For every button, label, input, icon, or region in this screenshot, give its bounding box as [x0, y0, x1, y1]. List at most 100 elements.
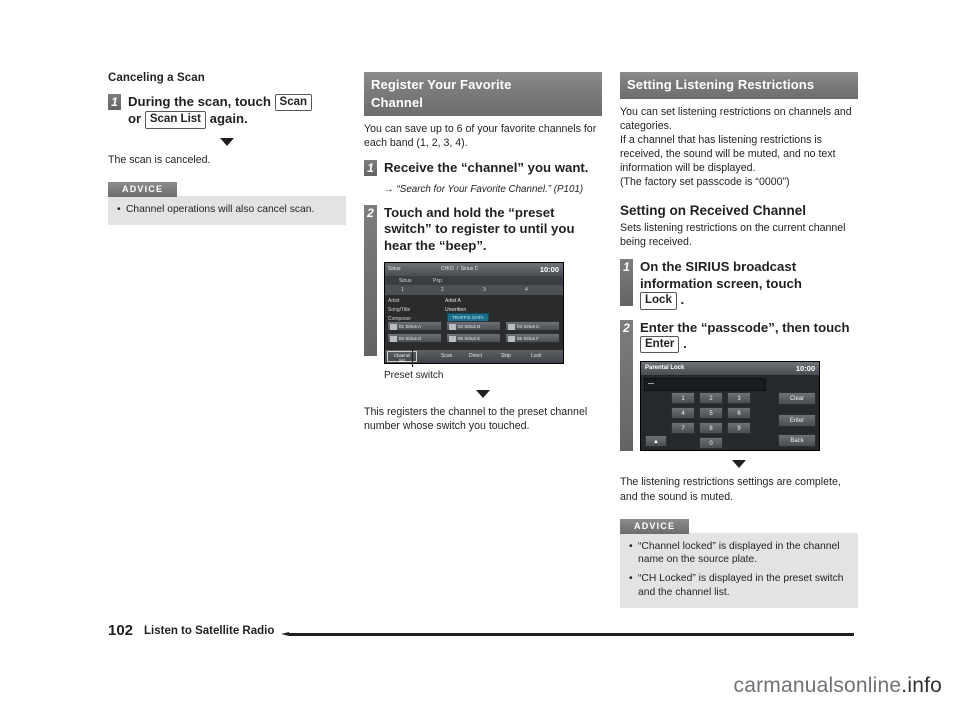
passcode-input[interactable]: [644, 378, 766, 392]
key-9[interactable]: 9: [727, 422, 751, 435]
flow-arrow-icon: [732, 460, 746, 469]
step-restriction-2: 2 Enter the “passcode”, then touch Enter…: [620, 319, 858, 452]
category-name: Pop: [433, 278, 442, 285]
key-4[interactable]: 4: [671, 407, 695, 420]
intro-text-restrictions-1: You can set listening restrictions on ch…: [620, 105, 852, 132]
intro-text-register: You can save up to 6 of your favorite ch…: [364, 123, 597, 150]
band-tab-2[interactable]: 2: [441, 287, 444, 293]
key-0[interactable]: 0: [699, 437, 723, 450]
source-label: Sirius: [388, 266, 401, 273]
subsection-heading-setting-on-received-channel: Setting on Received Channel: [620, 203, 807, 219]
screen-title: Parental Lock: [645, 365, 685, 372]
figure-sirius-preset-screen: Sirius CH03 / Sirius C 10:00 Sirius Pop: [384, 262, 602, 381]
key-7[interactable]: 7: [671, 422, 695, 435]
info-label-artist: Artist: [388, 298, 400, 305]
callout-label-preset-switch: Preset switch: [384, 370, 444, 382]
step-text-part-a: Enter the “passcode”, then touch: [640, 319, 850, 335]
direct-button[interactable]: Direct: [469, 353, 482, 359]
clock: 10:00: [539, 265, 559, 275]
skip-button[interactable]: Skip: [501, 353, 511, 359]
band-tab-4[interactable]: 4: [525, 287, 528, 293]
lock-button-key[interactable]: Lock: [640, 292, 677, 310]
intro-text-restrictions-2: If a channel that has listening restrict…: [620, 133, 836, 174]
step-number: 2: [364, 204, 377, 356]
scan-button[interactable]: Scan: [441, 353, 452, 359]
column-3: Setting Listening Restrictions You can s…: [620, 72, 858, 608]
step-text-part-b: .: [680, 292, 685, 308]
info-value-artist: Artist A: [445, 298, 461, 305]
back-button[interactable]: Back: [778, 434, 816, 448]
channel-label: CH03 / Sirius C: [441, 266, 479, 273]
step-number: 1: [364, 160, 377, 177]
info-label-song: Song/Title: [388, 307, 411, 314]
column-1: Canceling a Scan 1 During the scan, touc…: [108, 72, 346, 225]
callout-leader-line: [412, 345, 413, 368]
step-text: On the SIRIUS broadcast information scre…: [640, 259, 858, 310]
footer-rule: [281, 632, 854, 636]
advice-item: “Channel locked” is displayed in the cha…: [629, 540, 849, 568]
key-5[interactable]: 5: [699, 407, 723, 420]
clear-button[interactable]: Clear: [778, 392, 816, 406]
key-2[interactable]: 2: [699, 392, 723, 405]
key-8[interactable]: 8: [699, 422, 723, 435]
page-title: Listen to Satellite Radio: [144, 625, 275, 637]
preset-switch-5[interactable]: 05 Sirius E: [446, 333, 501, 344]
advice-label: ADVICE: [108, 181, 178, 197]
step-text: Enter the “passcode”, then touch Enter .: [640, 320, 858, 354]
preset-switch-6[interactable]: 06 Sirius F: [505, 333, 560, 344]
flow-arrow-icon: [476, 390, 490, 399]
arrow-up-icon[interactable]: ▲: [645, 435, 667, 448]
result-text-scan-canceled: The scan is canceled.: [108, 153, 211, 166]
flow-arrow-icon: [220, 137, 234, 146]
step-register-1: 1 Receive the “channel” you want. → “Sea…: [364, 160, 602, 195]
advice-item: “CH Locked” is displayed in the preset s…: [629, 572, 849, 600]
screen-info-labels: Artist Song/Title Composer: [388, 297, 440, 324]
step-register-2: 2 Touch and hold the “preset switch” to …: [364, 204, 602, 381]
advice-box-3: ADVICE “Channel locked” is displayed in …: [620, 516, 858, 608]
watermark-main: carmanualsonline: [733, 674, 902, 697]
band-name: Sirius: [399, 278, 412, 285]
screen-header: Parental Lock 10:00: [641, 362, 819, 377]
key-1[interactable]: 1: [671, 392, 695, 405]
step-text: Touch and hold the “preset switch” to re…: [384, 204, 575, 253]
preset-switch-1[interactable]: 01 Sirius A: [387, 321, 442, 332]
key-3[interactable]: 3: [727, 392, 751, 405]
step-cancel-scan-1: 1 During the scan, touch Scan or Scan Li…: [108, 94, 346, 129]
advice-body: “Channel locked” is displayed in the cha…: [620, 532, 858, 608]
screen-band-tabs[interactable]: 1 2 3 4: [385, 285, 563, 296]
preset-switch-4[interactable]: 04 Sirius D: [387, 333, 442, 344]
step-cross-reference: → “Search for Your Favorite Channel.” (P…: [384, 184, 602, 195]
screen-status-bar: Sirius CH03 / Sirius C 10:00: [385, 263, 563, 278]
scan-button-key[interactable]: Scan: [274, 94, 313, 112]
step-text-part-c: again.: [209, 111, 248, 127]
preset-switch-2[interactable]: 02 Sirius B: [446, 321, 501, 332]
screenshot-parental-lock: Parental Lock 10:00 1 2 3 4 5 6 7 8 9 0 …: [640, 361, 820, 452]
screen-preset-grid[interactable]: 01 Sirius A 02 Sirius B 03 Sirius C 04 S…: [387, 321, 561, 345]
heading-line-1: Register Your Favorite: [371, 77, 512, 92]
step-number: 2: [620, 319, 633, 451]
result-text-restrictions: The listening restrictions settings are …: [620, 476, 841, 503]
lock-button[interactable]: Lock: [531, 353, 542, 359]
advice-item: Channel operations will also cancel scan…: [117, 203, 337, 217]
watermark: carmanualsonline.info: [734, 674, 943, 698]
advice-label: ADVICE: [620, 518, 690, 534]
enter-button[interactable]: Enter: [778, 414, 816, 428]
intro-text-restrictions-3: (The factory set passcode is “0000”): [620, 175, 790, 188]
enter-button-key[interactable]: Enter: [640, 336, 680, 354]
step-number: 1: [620, 259, 633, 307]
subsection-intro: Sets listening restrictions on the curre…: [620, 222, 846, 249]
step-text: During the scan, touch Scan or Scan List…: [128, 94, 346, 129]
channel-number: CH03: [441, 266, 454, 273]
clock: 10:00: [795, 364, 815, 374]
page-footer: 102 Listen to Satellite Radio: [108, 622, 854, 642]
band-tab-1[interactable]: 1: [401, 287, 404, 293]
step-text-part-a: During the scan, touch: [128, 94, 271, 109]
preset-switch-3[interactable]: 03 Sirius C: [505, 321, 560, 332]
heading-line-2: Channel: [371, 94, 423, 110]
screenshot-radio-main: Sirius CH03 / Sirius C 10:00 Sirius Pop: [384, 262, 564, 365]
section-heading-setting-listening-restrictions: Setting Listening Restrictions: [620, 72, 858, 99]
key-6[interactable]: 6: [727, 407, 751, 420]
scan-list-button-key[interactable]: Scan List: [144, 111, 206, 129]
band-tab-3[interactable]: 3: [483, 287, 486, 293]
arrow-right-icon: →: [384, 183, 394, 195]
